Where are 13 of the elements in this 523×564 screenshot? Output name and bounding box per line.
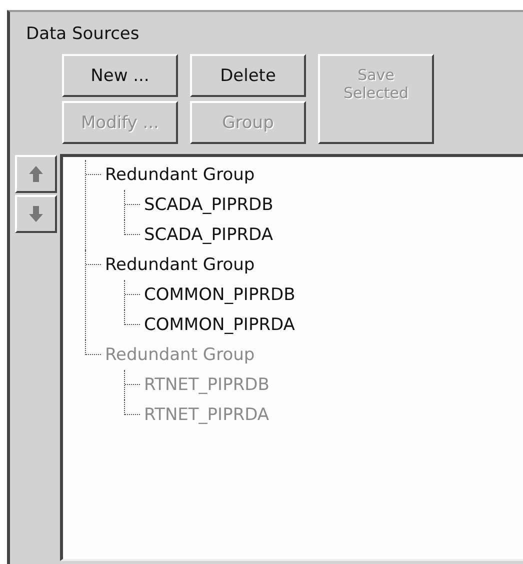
tree-item[interactable]: COMMON_PIPRDA (144, 310, 295, 340)
tree-item[interactable]: SCADA_PIPRDB (144, 190, 274, 220)
panel-title: Data Sources (26, 24, 140, 46)
tree-group-item[interactable]: Redundant Group (105, 160, 274, 190)
tree-group-item[interactable]: Redundant Group (105, 250, 296, 280)
tree-item[interactable]: SCADA_PIPRDA (144, 220, 273, 250)
action-button[interactable]: Delete (190, 54, 306, 97)
arrow-down-icon (29, 206, 43, 222)
move-down-button[interactable] (15, 195, 57, 233)
arrow-up-icon (29, 166, 43, 182)
action-button[interactable]: New ... (62, 54, 178, 97)
tree-item[interactable]: COMMON_PIPRDB (144, 280, 296, 310)
move-up-button[interactable] (15, 155, 57, 193)
